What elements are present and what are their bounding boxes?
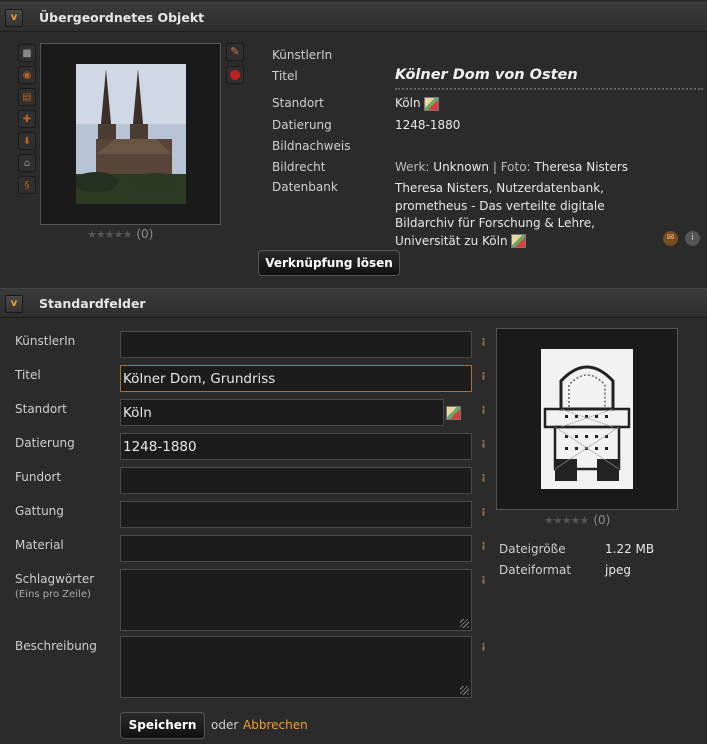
label-location: Standort (15, 402, 67, 416)
title-underline (395, 88, 703, 90)
map-icon[interactable] (510, 234, 526, 248)
title-field[interactable]: Kölner Dom, Grundriss (120, 365, 472, 392)
collapse-toggle-icon[interactable]: v (5, 295, 23, 313)
parent-rating[interactable]: ★★★★★ (0) (87, 227, 153, 241)
rights-prefix: Werk: (395, 160, 434, 174)
home-icon[interactable]: ⌂ (18, 154, 36, 172)
label-date: Datierung (15, 436, 75, 450)
meta-label-location: Standort (272, 96, 324, 110)
label-keywords-hint: (Eins pro Zeile) (15, 589, 91, 600)
parent-object-toolbar: ■ ◉ ▤ ✚ ⬇ ⌂ § (18, 44, 38, 198)
collapse-toggle-icon[interactable]: v (5, 9, 23, 27)
edit-icon[interactable]: ✎ (226, 43, 244, 61)
description-textarea[interactable] (120, 636, 472, 698)
keywords-textarea[interactable] (120, 569, 472, 631)
findspot-field[interactable] (120, 467, 472, 494)
standard-fields-header[interactable]: v Standardfelder (0, 288, 707, 318)
label-description: Beschreibung (15, 639, 97, 653)
material-field[interactable] (120, 535, 472, 562)
info-icon[interactable]: ¡ (481, 538, 487, 551)
file-format-value: jpeg (605, 563, 631, 577)
parent-object-header[interactable]: v Übergeordnetes Objekt (0, 2, 707, 32)
rights-photo: Theresa Nisters (534, 160, 629, 174)
resize-handle-icon[interactable] (460, 686, 469, 695)
cancel-link[interactable]: Abbrechen (243, 718, 308, 732)
label-artist: KünstlerIn (15, 334, 76, 348)
info-icon[interactable]: ¡ (481, 402, 487, 415)
genre-field[interactable] (120, 501, 472, 528)
label-genre: Gattung (15, 504, 64, 518)
database-line: Bildarchiv für Forschung & Lehre, (395, 216, 595, 230)
download-icon[interactable]: ⬇ (18, 132, 36, 150)
meta-label-title: Titel (272, 69, 298, 83)
label-keywords: Schlagwörter (15, 572, 95, 586)
map-icon[interactable] (446, 406, 461, 420)
location-text: Köln (395, 96, 421, 110)
meta-label-credit: Bildnachweis (272, 139, 351, 153)
object-thumbnail-frame[interactable] (496, 328, 678, 510)
meta-label-rights: Bildrecht (272, 160, 326, 174)
artist-field[interactable] (120, 331, 472, 358)
label-findspot: Fundort (15, 470, 62, 484)
object-rating[interactable]: ★★★★★ (0) (544, 513, 610, 527)
details-icon[interactable]: ▤ (18, 88, 36, 106)
database-line: Universität zu Köln (395, 233, 605, 251)
map-icon[interactable] (423, 96, 439, 111)
file-format-label: Dateiformat (499, 563, 572, 577)
info-icon[interactable]: ¡ (481, 639, 487, 652)
rights-mid: | Foto: (489, 160, 535, 174)
info-icon[interactable]: ¡ (481, 504, 487, 517)
info-icon[interactable]: ¡ (481, 470, 487, 483)
file-size-label: Dateigröße (499, 542, 566, 556)
unlink-button[interactable]: Verknüpfung lösen (258, 250, 400, 276)
record-icon[interactable] (226, 66, 244, 84)
info-icon[interactable]: ¡ (481, 368, 487, 381)
meta-value-rights: Werk: Unknown | Foto: Theresa Nisters (395, 160, 628, 174)
meta-label-database: Datenbank (272, 180, 338, 194)
rating-count: (0) (136, 227, 154, 241)
floorplan-thumbnail (541, 349, 633, 489)
info-icon[interactable]: ¡ (481, 436, 487, 449)
rating-count: (0) (593, 513, 611, 527)
meta-label-date: Datierung (272, 118, 332, 132)
resize-handle-icon[interactable] (460, 619, 469, 628)
info-icon[interactable]: ¡ (481, 572, 487, 585)
meta-value-date: 1248-1880 (395, 118, 461, 132)
database-line: Theresa Nisters, Nutzerdatenbank, (395, 181, 604, 195)
database-line: prometheus - Das verteilte digitale (395, 198, 605, 213)
info-icon[interactable]: i (685, 231, 700, 246)
copyright-icon[interactable]: § (18, 176, 36, 194)
label-material: Material (15, 538, 64, 552)
parent-thumbnail-frame[interactable] (40, 43, 221, 225)
date-field[interactable]: 1248-1880 (120, 433, 472, 460)
info-icon[interactable]: ¡ (481, 334, 487, 347)
select-icon[interactable]: ■ (18, 44, 36, 62)
meta-label-artist: KünstlerIn (272, 48, 333, 62)
file-size-value: 1.22 MB (605, 542, 655, 556)
label-title: Titel (15, 368, 41, 382)
section-title: Standardfelder (39, 296, 146, 311)
cathedral-thumbnail (76, 64, 186, 204)
target-icon[interactable]: ◉ (18, 66, 36, 84)
section-title: Übergeordnetes Objekt (39, 10, 205, 25)
save-button[interactable]: Speichern (120, 712, 205, 739)
add-icon[interactable]: ✚ (18, 110, 36, 128)
meta-value-location: Köln (395, 96, 439, 111)
rights-work: Unknown (433, 160, 490, 174)
location-field[interactable]: Köln (120, 399, 444, 426)
or-text: oder (211, 718, 239, 732)
meta-value-database: Theresa Nisters, Nutzerdatenbank, promet… (395, 180, 605, 250)
meta-value-title: Kölner Dom von Osten (395, 67, 578, 83)
email-icon[interactable]: ✉ (663, 231, 678, 246)
